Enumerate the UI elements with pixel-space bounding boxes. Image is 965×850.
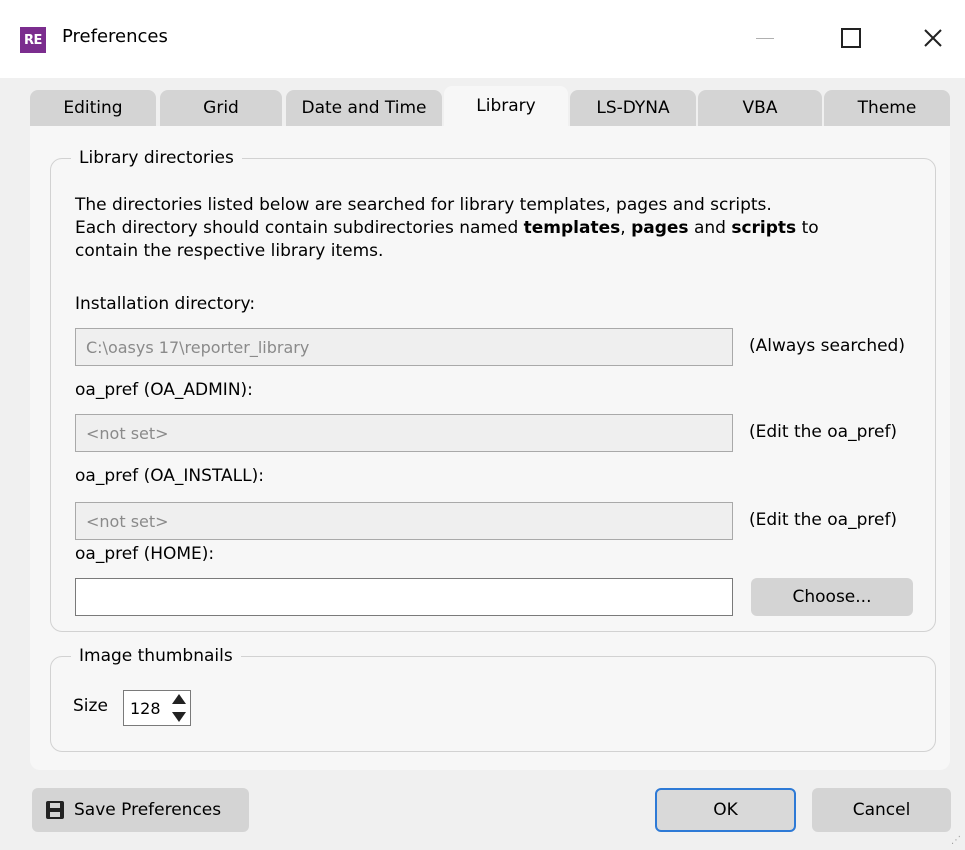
cancel-button[interactable]: Cancel	[812, 788, 951, 832]
tab-date-and-time[interactable]: Date and Time	[286, 90, 442, 126]
size-value: 128	[130, 698, 161, 718]
floppy-disk-icon	[46, 801, 64, 819]
resize-grip-icon[interactable]: ⋰	[951, 835, 961, 846]
installation-directory-field: C:\oasys 17\reporter_library	[75, 328, 733, 366]
library-directories-group: Library directories The directories list…	[50, 148, 936, 632]
app-logo-icon: RE	[20, 27, 46, 53]
close-icon	[924, 29, 942, 47]
description-line-3: contain the respective library items.	[75, 241, 384, 261]
oa-admin-note: (Edit the oa_pref)	[749, 422, 898, 442]
tab-theme[interactable]: Theme	[824, 90, 950, 126]
tab-vba[interactable]: VBA	[698, 90, 822, 126]
spin-down-icon[interactable]	[172, 712, 186, 722]
minimize-icon	[756, 37, 774, 39]
tab-ls-dyna[interactable]: LS-DYNA	[570, 90, 696, 126]
save-preferences-label: Save Preferences	[74, 800, 222, 820]
close-button[interactable]	[910, 16, 956, 60]
window-title: Preferences	[62, 26, 168, 47]
tab-grid[interactable]: Grid	[160, 90, 282, 126]
tab-editing[interactable]: Editing	[30, 90, 156, 126]
choose-button[interactable]: Choose...	[751, 578, 913, 616]
installation-directory-label: Installation directory:	[75, 294, 256, 314]
library-tab-panel: Library directories The directories list…	[30, 126, 950, 770]
maximize-button[interactable]	[828, 16, 874, 60]
description-line-2: Each directory should contain subdirecto…	[75, 218, 819, 238]
oa-install-field: <not set>	[75, 502, 733, 540]
spin-up-icon[interactable]	[172, 694, 186, 704]
home-directory-input[interactable]	[75, 578, 733, 616]
size-spinbox[interactable]: 128	[123, 690, 191, 726]
keyword-scripts: scripts	[731, 218, 797, 238]
tab-library[interactable]: Library	[444, 86, 568, 126]
oa-admin-label: oa_pref (OA_ADMIN):	[75, 380, 253, 400]
image-thumbnails-group: Image thumbnails Size 128	[50, 646, 936, 752]
library-description: The directories listed below are searche…	[75, 194, 915, 263]
description-line-1: The directories listed below are searche…	[75, 195, 772, 215]
image-thumbnails-title: Image thumbnails	[79, 646, 233, 666]
minimize-button[interactable]	[742, 16, 788, 60]
always-searched-note: (Always searched)	[749, 336, 905, 356]
oa-admin-field: <not set>	[75, 414, 733, 452]
oa-install-note: (Edit the oa_pref)	[749, 510, 898, 530]
spin-arrows[interactable]	[171, 694, 187, 722]
tab-bar: Editing Grid Date and Time Library LS-DY…	[30, 86, 950, 126]
library-directories-title: Library directories	[79, 148, 234, 168]
save-preferences-button[interactable]: Save Preferences	[32, 788, 249, 832]
title-bar: RE Preferences	[0, 0, 965, 78]
home-label: oa_pref (HOME):	[75, 544, 215, 564]
size-label: Size	[73, 696, 108, 716]
oa-install-label: oa_pref (OA_INSTALL):	[75, 466, 264, 486]
keyword-templates: templates	[523, 218, 621, 238]
keyword-pages: pages	[631, 218, 689, 238]
maximize-icon	[841, 28, 861, 48]
ok-button[interactable]: OK	[655, 788, 796, 832]
